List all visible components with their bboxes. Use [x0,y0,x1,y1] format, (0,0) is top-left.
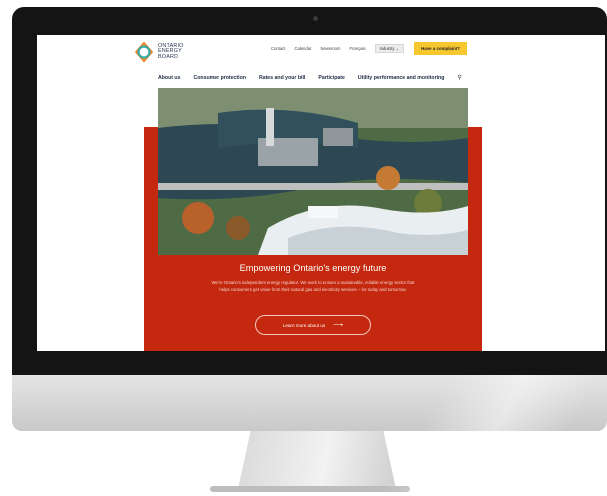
search-icon[interactable]: ⚲ [457,74,461,81]
utility-link-francais[interactable]: Français [349,46,365,51]
browser-screen: ONTARIO ENERGY BOARD Contact Calendar Ne… [37,35,605,351]
hero-title: Empowering Ontario's energy future [239,263,387,273]
oeb-logo[interactable]: ONTARIO ENERGY BOARD [133,41,184,63]
logo-mark-icon [134,41,154,63]
nav-item-about-us[interactable]: About us [158,75,180,81]
hero-body: We're Ontario's independent energy regul… [211,280,415,292]
utility-link-contact[interactable]: Contact [271,46,285,51]
webcam-icon [313,16,318,21]
utility-nav: Contact Calendar Newsroom Français Indus… [271,42,467,55]
industry-label: Industry [379,46,395,51]
nav-item-participate[interactable]: Participate [318,75,345,81]
chevron-down-icon: ⌄ [395,46,400,51]
main-nav: About us Consumer protection Rates and y… [158,74,462,82]
utility-link-newsroom[interactable]: Newsroom [320,46,340,51]
complaint-button[interactable]: Have a complaint? [414,42,467,55]
nav-item-consumer-protection[interactable]: Consumer protection [193,75,245,81]
monitor-stand [238,431,396,489]
nav-item-rates-and-your-bill[interactable]: Rates and your bill [259,75,305,81]
learn-more-button[interactable]: Learn more about us ⟶ [255,315,371,335]
utility-link-calendar[interactable]: Calendar [294,46,311,51]
hero-aerial-photo [158,88,468,255]
learn-more-label: Learn more about us [282,322,326,328]
monitor-stand-base [210,486,410,492]
logo-text: ONTARIO ENERGY BOARD [158,42,184,60]
arrow-right-icon: ⟶ [333,322,344,329]
monitor-chin [12,375,607,431]
nav-item-utility-performance[interactable]: Utility performance and monitoring [358,75,444,81]
industry-dropdown[interactable]: Industry ⌄ [374,44,405,53]
